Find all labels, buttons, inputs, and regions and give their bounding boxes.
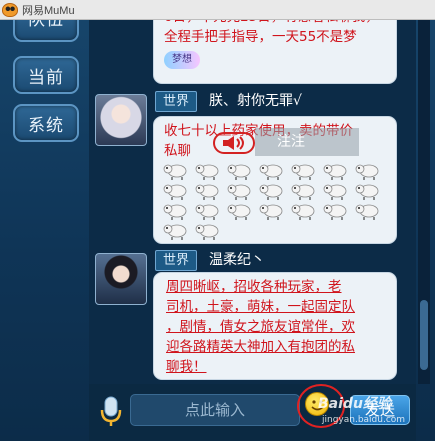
message-line: 全程手把手指导，一天55不是梦 <box>164 29 357 45</box>
sheep-emoji-icon <box>291 204 315 220</box>
scrollbar-thumb[interactable] <box>420 300 428 370</box>
sheep-emoji-icon <box>163 164 187 180</box>
sheep-emoji-icon <box>323 184 347 200</box>
channel-tag: 世界 <box>155 250 198 271</box>
microphone-icon <box>100 396 122 426</box>
sender-name[interactable]: 朕、射你无罪√ <box>209 91 302 112</box>
sticker-badge: 梦想 <box>164 51 200 69</box>
sheep-emoji-icon <box>227 204 251 220</box>
speaker-button[interactable] <box>213 132 255 154</box>
message-text: 周四晰岖，招收各种玩家，老 司机，土豪，萌妹，一起固定队 ，剧情，倩女之旅友谊常… <box>166 277 388 377</box>
sheep-emoji-icon <box>323 204 347 220</box>
emoji-grid <box>162 161 390 241</box>
sheep-emoji-icon <box>323 164 347 180</box>
sheep-emoji-icon <box>195 224 219 240</box>
watermark-url: jingyan.baidu.com <box>322 415 406 425</box>
channel-tag: 世界 <box>155 91 198 112</box>
sidebar-item-current[interactable]: 当前 <box>13 56 79 94</box>
app-window: 网易MuMu 队伍 当前 系统 0日，十元充25日，有意者私聊我， 全程手把手指… <box>0 0 435 441</box>
message-line: ，剧情，倩女之旅友谊常伴，欢 <box>166 319 355 335</box>
speaker-icon <box>223 136 244 150</box>
chat-input[interactable]: 点此输入 <box>130 394 300 426</box>
sheep-emoji-icon <box>291 184 315 200</box>
avatar[interactable] <box>95 94 147 146</box>
sidebar-item-label: 系统 <box>28 115 64 136</box>
microphone-button[interactable] <box>97 394 125 428</box>
sheep-emoji-icon <box>227 184 251 200</box>
sheep-emoji-icon <box>163 224 187 240</box>
sheep-emoji-icon <box>259 204 283 220</box>
chat-bubble: 周四晰岖，招收各种玩家，老 司机，土豪，萌妹，一起固定队 ，剧情，倩女之旅友谊常… <box>153 272 397 380</box>
app-title: 网易MuMu <box>22 4 75 17</box>
sheep-emoji-icon <box>195 184 219 200</box>
sidebar-item-system[interactable]: 系统 <box>13 104 79 142</box>
avatar[interactable] <box>95 253 147 305</box>
sheep-emoji-icon <box>227 164 251 180</box>
sidebar-item-label: 当前 <box>28 67 64 88</box>
sheep-emoji-icon <box>259 164 283 180</box>
chat-panel[interactable]: 0日，十元充25日，有意者私聊我， 全程手把手指导，一天55不是梦 梦想 世界 … <box>89 0 416 384</box>
title-bar: 网易MuMu <box>0 0 435 20</box>
message-line: 司机，土豪，萌妹，一起固定队 <box>166 299 355 315</box>
sheep-emoji-icon <box>195 164 219 180</box>
sheep-emoji-icon <box>195 204 219 220</box>
message-line: 聊我！ <box>166 359 207 375</box>
watermark-brand: Baidu经验 <box>318 396 391 412</box>
sheep-emoji-icon <box>163 204 187 220</box>
sheep-emoji-icon <box>259 184 283 200</box>
sheep-emoji-icon <box>355 184 379 200</box>
sheep-emoji-icon <box>291 164 315 180</box>
sender-name[interactable]: 温柔纪丶 <box>209 250 265 271</box>
mumu-logo-icon <box>2 2 18 17</box>
message-line: 周四晰岖，招收各种玩家，老 <box>166 279 342 295</box>
follow-button[interactable]: 注注 <box>255 128 359 156</box>
sheep-emoji-icon <box>355 204 379 220</box>
message-line: 私聊 <box>164 143 191 159</box>
message-line: 迎各路精英大神加入有抱团的私 <box>166 339 355 355</box>
sheep-emoji-icon <box>355 164 379 180</box>
sheep-emoji-icon <box>163 184 187 200</box>
